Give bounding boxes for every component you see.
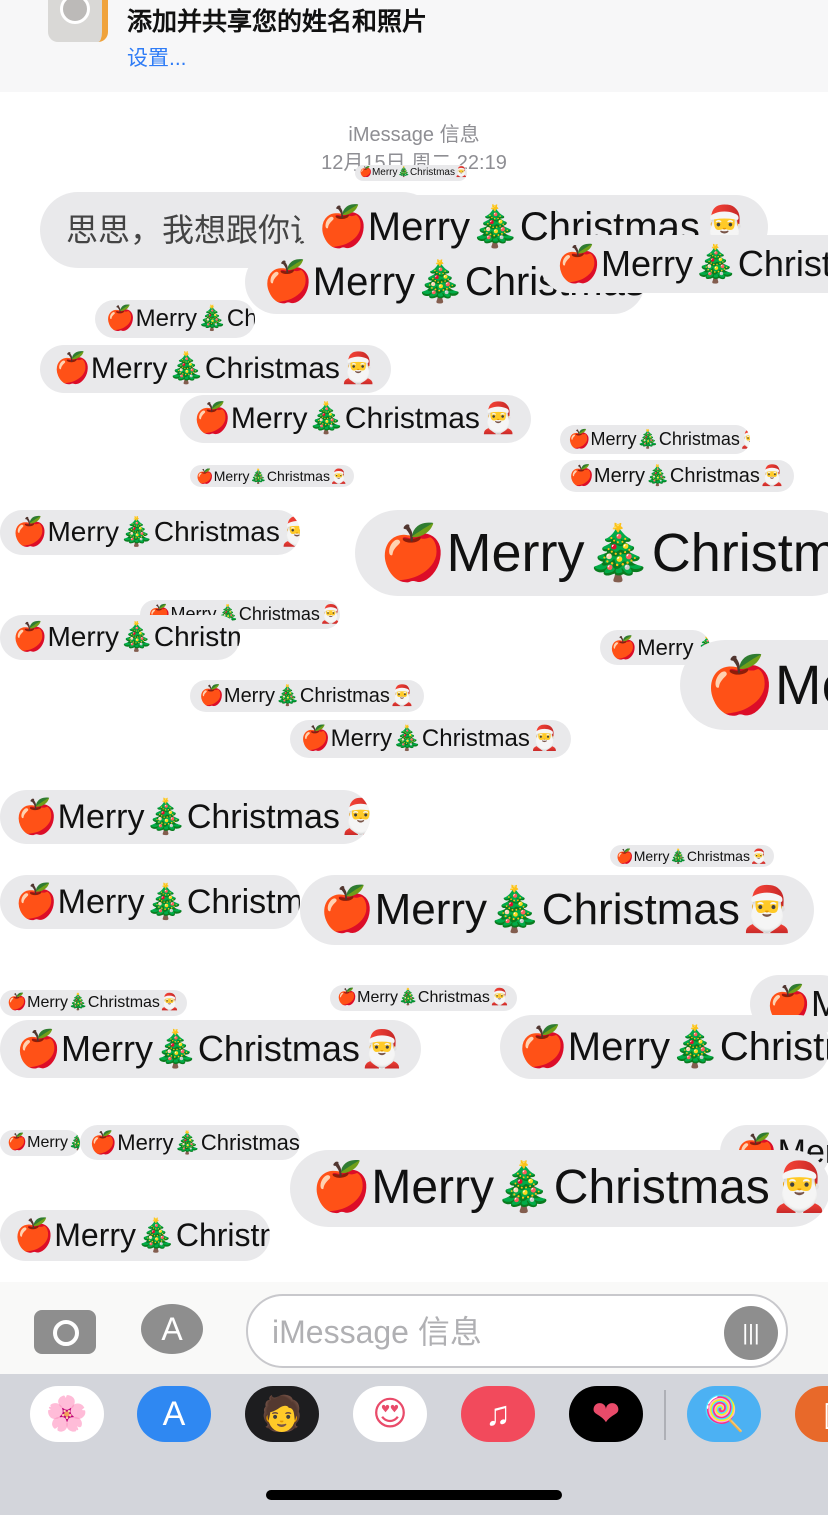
message-bubble[interactable]: 🍎Merry🎄Christmas🎅 [355,165,467,181]
message-bubble[interactable]: 🍎Merry🎄Christmas🎅 [190,465,354,488]
app-app-store-icon[interactable]: A [137,1386,211,1442]
divider [664,1390,666,1440]
app-fitness-heart-icon[interactable]: ❤ [569,1386,643,1442]
compose-bar: A ||| [0,1282,828,1374]
message-bubble[interactable]: 🍎Merry🎄Christmas🎅 [0,510,300,555]
message-bubble[interactable]: 🍎Merry🎄Christmas🎅 [290,720,571,759]
message-bubble[interactable]: 🍎Merry🎄Christmas🎅 [180,395,531,443]
home-indicator[interactable] [266,1490,562,1500]
app-drawer: 🌸 A 🧑 😍 ♫ ❤ 🍭 ▯ [0,1374,828,1515]
app-orange-app-icon[interactable]: ▯ [795,1386,828,1442]
app-music-icon[interactable]: ♫ [461,1386,535,1442]
message-thread[interactable]: iMessage 信息 12月15日 周二 22:19 思思，我想跟你谈恋爱 🍎… [0,92,828,1282]
message-bubble[interactable]: 🍎Merry🎄Christmas🎅 [290,1150,828,1227]
banner-title: 添加并共享您的姓名和照片 [127,8,428,36]
app-photos-icon[interactable]: 🌸 [30,1386,104,1442]
message-bubble[interactable]: 🍎Merry🎄Christmas🎅 [40,345,391,393]
message-bubble[interactable]: 🍎Merry🎄Christmas🎅 [500,1015,828,1079]
message-bubble[interactable]: 🍎Merry🎄Christmas🎅 [300,875,815,946]
contact-avatar-icon [48,0,108,42]
message-field[interactable]: ||| [246,1294,788,1368]
message-bubble[interactable]: 🍎Merry🎄Christmas🎅 [0,790,370,845]
message-bubble[interactable]: 🍎Merry🎄Christmas🎅 [0,1210,270,1262]
message-bubble[interactable]: 🍎Merry🎄Christmas🎅 [330,985,518,1011]
message-bubble[interactable]: 🍎Merry🎄Christmas🎅 [560,425,750,454]
message-bubble[interactable]: 🍎Merry🎄Christmas🎅 [0,1020,421,1078]
message-bubble[interactable]: 🍎Merry🎄Christmas🎅 [540,235,828,293]
message-bubble[interactable]: 🍎Merry🎄Christmas🎅 [560,460,794,492]
camera-icon[interactable] [34,1310,96,1354]
app-store-icon[interactable]: A [141,1304,203,1354]
settings-link[interactable]: 设置... [127,42,187,72]
message-bubble[interactable]: 🍎Merry🎄Christmas🎅 [0,1130,80,1156]
app-memoji-stickers-icon[interactable]: 😍 [353,1386,427,1442]
message-bubble[interactable]: 🍎Merry🎄Christmas🎅 [95,300,255,339]
message-bubble[interactable]: 🍎Merry🎄Christmas🎅 [190,680,424,712]
message-bubble[interactable]: 🍎Merry🎄Christmas🎅 [355,510,828,597]
message-bubble[interactable]: 🍎Merry🎄Christmas🎅 [0,615,240,660]
message-bubble[interactable]: 🍎Merry🎄Christmas🎅 [0,875,300,930]
share-name-banner: 添加并共享您的姓名和照片 设置... [0,0,828,92]
service-label: iMessage 信息 [348,124,480,146]
message-bubble[interactable]: 🍎Merry🎄Christmas🎅 [680,640,828,730]
message-bubble[interactable]: 🍎Merry🎄Christmas🎅 [610,845,774,868]
message-bubble[interactable]: 🍎Merry🎄Christmas🎅 [80,1125,300,1161]
message-bubble[interactable]: 🍎Merry🎄Christmas🎅 [0,990,188,1016]
app-memoji-camera-icon[interactable]: 🧑 [245,1386,319,1442]
message-input[interactable] [272,1310,712,1354]
waveform-icon[interactable]: ||| [724,1306,778,1360]
app-popsicle-stickers-icon[interactable]: 🍭 [687,1386,761,1442]
